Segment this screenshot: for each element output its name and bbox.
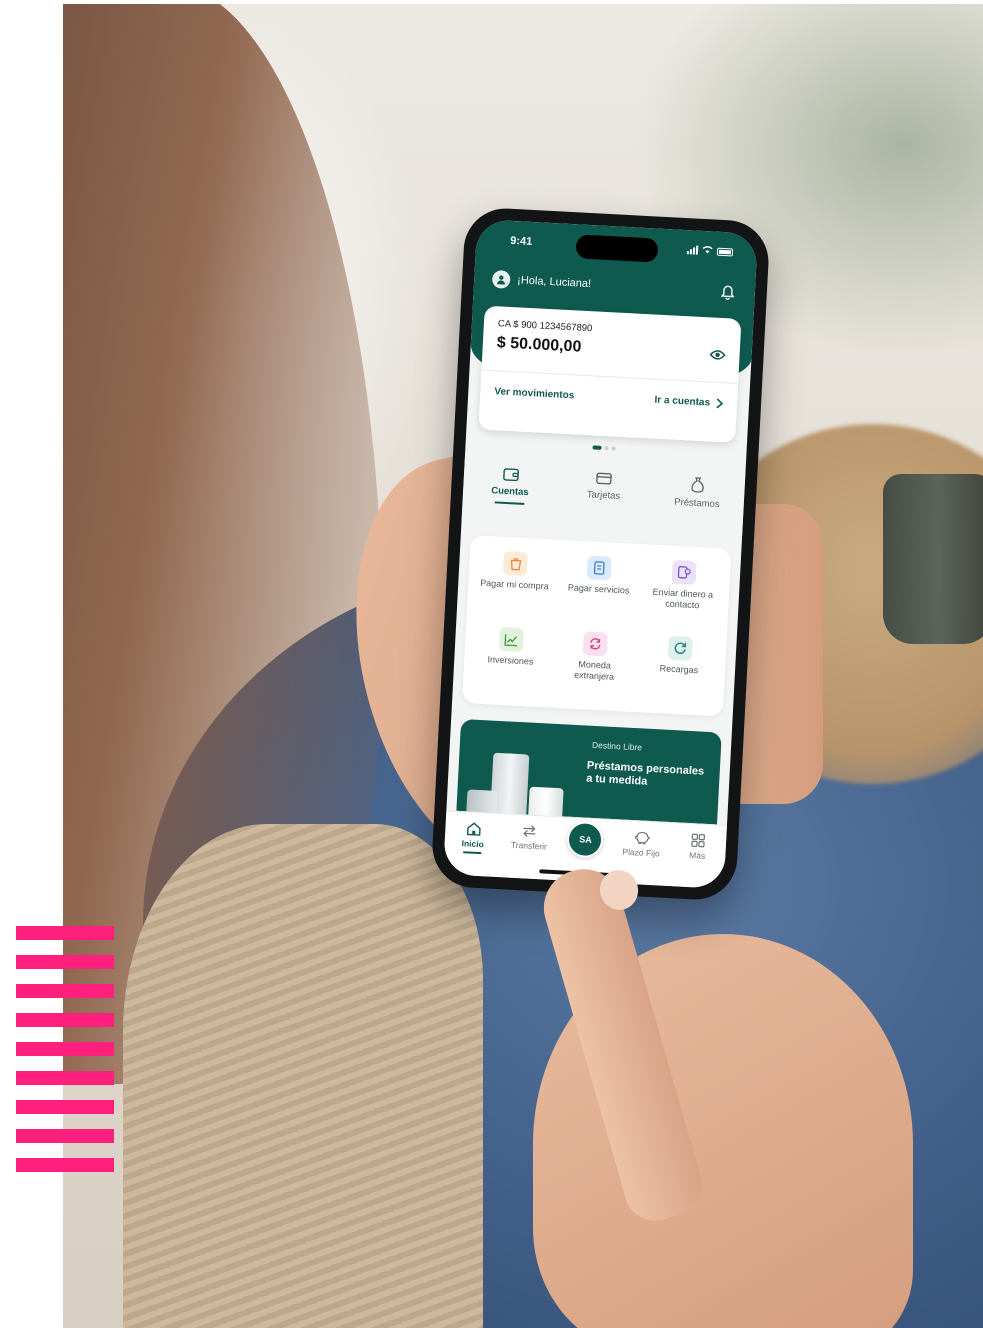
tab-label: Tarjetas xyxy=(586,489,621,502)
refresh-icon xyxy=(667,635,693,661)
signal-icon xyxy=(686,245,699,255)
coffee-mug xyxy=(883,474,983,644)
battery-icon xyxy=(716,247,734,257)
grid-icon xyxy=(691,833,705,848)
smartphone: 9:41 ¡Hola, Luciana! CA $ 900 1234567890… xyxy=(430,206,771,902)
right-hand xyxy=(533,934,913,1328)
action-recargas[interactable]: Recargas xyxy=(635,628,723,708)
nav-inicio[interactable]: Inicio xyxy=(446,820,500,855)
nav-transferir[interactable]: Transferir xyxy=(503,823,556,852)
tab-prestamos[interactable]: Préstamos xyxy=(662,475,734,511)
transfer-icon xyxy=(523,825,536,837)
bell-icon[interactable] xyxy=(720,284,735,306)
sweater-sleeve xyxy=(123,824,483,1328)
ir-a-cuentas-link[interactable]: Ir a cuentas xyxy=(654,394,724,410)
nav-center-button[interactable]: SA xyxy=(559,820,612,859)
action-pagar-mi-compra[interactable]: Pagar mi compra xyxy=(470,543,558,623)
action-moneda-extranjera[interactable]: Moneda extranjera xyxy=(551,624,639,704)
eye-icon[interactable] xyxy=(709,347,726,366)
tab-active-indicator xyxy=(494,501,525,505)
nav-label: Plazo Fijo xyxy=(622,846,660,859)
receipt-icon xyxy=(587,555,613,581)
action-enviar-dinero[interactable]: Enviar dinero a contacto xyxy=(639,552,727,632)
promo-title: Préstamos personales a tu medida xyxy=(585,759,705,788)
action-label: Recargas xyxy=(659,663,699,676)
wifi-icon xyxy=(702,245,714,257)
shopping-bag-icon xyxy=(502,550,529,577)
chart-up-icon xyxy=(498,626,525,653)
credit-card-icon xyxy=(596,472,613,485)
chevron-right-icon xyxy=(716,398,724,409)
nav-plazo-fijo[interactable]: Plazo Fijo xyxy=(615,829,668,859)
tab-cuentas[interactable]: Cuentas xyxy=(474,465,546,506)
app-screen: 9:41 ¡Hola, Luciana! CA $ 900 1234567890… xyxy=(443,219,758,889)
action-label: Inversiones xyxy=(487,654,534,667)
send-money-icon xyxy=(671,559,697,586)
nav-label: Más xyxy=(688,850,706,861)
promo-tag: Destino Libre xyxy=(591,739,643,753)
ver-movimientos-link[interactable]: Ver movimientos xyxy=(494,386,574,401)
carousel-dots[interactable] xyxy=(591,445,616,451)
greeting-text: ¡Hola, Luciana! xyxy=(516,274,592,291)
wallet-icon xyxy=(502,468,519,482)
nav-active-indicator xyxy=(463,851,482,855)
dynamic-island xyxy=(574,234,659,263)
action-pagar-servicios[interactable]: Pagar servicios xyxy=(555,548,643,628)
card-divider xyxy=(481,369,739,384)
nav-label: Transferir xyxy=(510,839,548,852)
nav-label: Inicio xyxy=(461,838,485,850)
tab-tarjetas[interactable]: Tarjetas xyxy=(568,470,639,503)
user-icon xyxy=(491,269,511,289)
money-bag-icon xyxy=(691,477,704,493)
bottom-nav: Inicio Transferir SA Plazo Fijo Más xyxy=(443,810,727,889)
action-label: Pagar servicios xyxy=(567,582,630,596)
balance-card: CA $ 900 1234567890 $ 50.000,00 Ver movi… xyxy=(478,305,742,443)
tab-label: Cuentas xyxy=(490,485,529,499)
account-balance: $ 50.000,00 xyxy=(496,334,582,356)
account-number: CA $ 900 1234567890 xyxy=(497,318,593,335)
currency-exchange-icon xyxy=(583,631,609,657)
ir-a-cuentas-label: Ir a cuentas xyxy=(654,394,711,409)
piggy-bank-icon xyxy=(634,831,650,845)
action-inversiones[interactable]: Inversiones xyxy=(466,619,554,699)
nav-mas[interactable]: Más xyxy=(671,832,724,862)
action-label: Pagar mi compra xyxy=(479,577,549,592)
product-tabs: Cuentas Tarjetas Préstamos xyxy=(461,454,746,536)
quick-actions-grid: Pagar mi compra Pagar servicios Enviar d… xyxy=(462,535,732,717)
action-label: Moneda extranjera xyxy=(573,659,615,682)
center-logo-button: SA xyxy=(566,820,605,859)
status-icons xyxy=(686,244,734,257)
action-label: Enviar dinero a contacto xyxy=(652,586,714,611)
tab-label: Préstamos xyxy=(673,496,720,511)
status-time: 9:41 xyxy=(509,234,533,248)
home-icon xyxy=(466,822,481,836)
decorative-stripes xyxy=(16,926,114,1187)
